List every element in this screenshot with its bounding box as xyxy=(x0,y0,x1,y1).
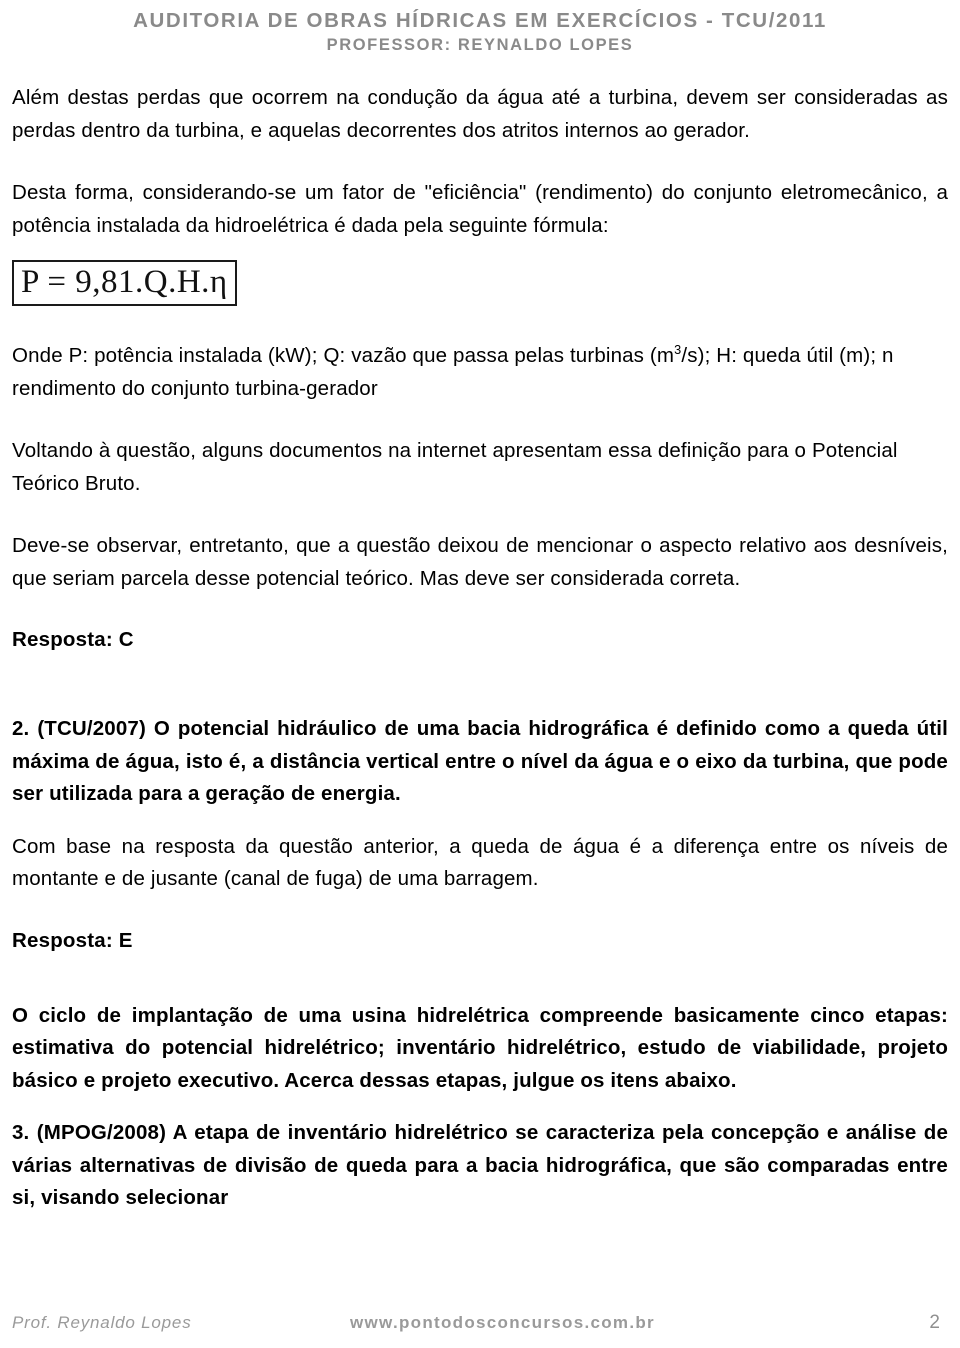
paragraph-potencial-teorico-bruto: Voltando à questão, alguns documentos na… xyxy=(12,439,898,495)
paragraph-variable-legend: Onde P: potência instalada (kW); Q: vazã… xyxy=(12,340,948,405)
question-2-statement: 2. (TCU/2007) O potencial hidráulico de … xyxy=(12,717,948,805)
paragraph-ciclo-implantacao: O ciclo de implantação de uma usina hidr… xyxy=(12,1003,948,1092)
answer-question-2: Resposta: E xyxy=(12,928,133,952)
header-title-line-1: AUDITORIA DE OBRAS HÍDRICAS EM EXERCÍCIO… xyxy=(133,9,827,32)
document-footer: Prof. Reynaldo Lopes www.pontodosconcurs… xyxy=(12,1308,948,1338)
footer-website: www.pontodosconcursos.com.br xyxy=(350,1313,655,1332)
footer-page-number: 2 xyxy=(929,1312,940,1333)
legend-text-pre: Onde P: potência instalada (kW); Q: vazã… xyxy=(12,344,675,367)
paragraph-queda-de-agua: Com base na resposta da questão anterior… xyxy=(12,834,948,891)
paragraph-efficiency-formula-intro: Desta forma, considerando-se um fator de… xyxy=(12,181,948,237)
paragraph-losses-intro: Além destas perdas que ocorrem na conduç… xyxy=(12,86,948,142)
paragraph-observation: Deve-se observar, entretanto, que a ques… xyxy=(12,534,948,590)
formula-box: P = 9,81.Q.H.η xyxy=(12,260,237,306)
document-page: AUDITORIA DE OBRAS HÍDRICAS EM EXERCÍCIO… xyxy=(0,0,960,1348)
formula-image-block: P = 9,81.Q.H.η xyxy=(12,260,948,306)
answer-question-1: Resposta: C xyxy=(12,628,134,651)
document-body: Além destas perdas que ocorrem na conduç… xyxy=(12,82,948,1215)
document-header: AUDITORIA DE OBRAS HÍDRICAS EM EXERCÍCIO… xyxy=(12,0,948,56)
footer-author: Prof. Reynaldo Lopes xyxy=(12,1313,192,1332)
header-title-line-2: PROFESSOR: REYNALDO LOPES xyxy=(326,36,634,54)
formula-power-equation: P = 9,81.Q.H.η xyxy=(21,264,228,300)
question-3-statement: 3. (MPOG/2008) A etapa de inventário hid… xyxy=(12,1121,948,1209)
